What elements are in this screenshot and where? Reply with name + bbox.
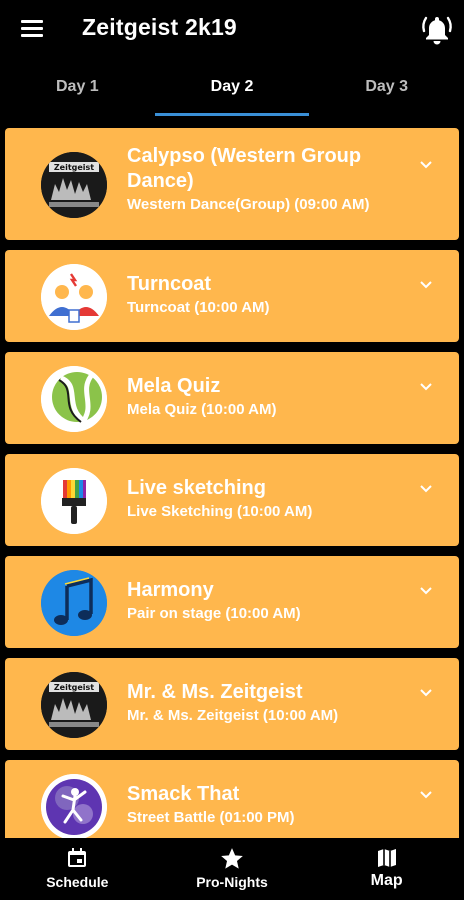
nav-schedule[interactable]: Schedule	[0, 838, 155, 900]
star-icon	[221, 848, 243, 869]
event-title: Turncoat	[127, 273, 212, 295]
event-subtitle: Mr. & Ms. Zeitgeist (10:00 AM)	[127, 707, 339, 724]
event-subtitle: Street Battle (01:00 PM)	[127, 809, 295, 826]
event-list[interactable]: Zeitgeist Calypso (Western Group Dance) …	[0, 124, 464, 838]
notification-bell-icon[interactable]	[420, 12, 454, 46]
event-title: Mela Quiz	[127, 375, 221, 397]
menu-icon[interactable]	[21, 20, 43, 38]
chevron-down-icon[interactable]	[419, 788, 433, 802]
tennis-ball-icon	[41, 366, 107, 432]
tab-day-2[interactable]: Day 2	[154, 58, 310, 116]
music-note-icon	[41, 570, 107, 636]
zeitgeist-logo-icon: Zeitgeist	[41, 152, 107, 218]
app-bar: Zeitgeist 2k19	[0, 0, 464, 58]
event-subtitle: Turncoat (10:00 AM)	[127, 299, 270, 316]
event-title: Calypso (Western Group Dance)	[127, 145, 362, 192]
tab-day-1[interactable]: Day 1	[0, 58, 155, 116]
event-card[interactable]: Turncoat Turncoat (10:00 AM)	[5, 250, 459, 342]
chevron-down-icon[interactable]	[419, 158, 433, 172]
event-title: Smack That	[127, 783, 240, 805]
event-subtitle: Pair on stage (10:00 AM)	[127, 605, 301, 622]
chevron-down-icon[interactable]	[419, 584, 433, 598]
event-card[interactable]: Zeitgeist Calypso (Western Group Dance) …	[5, 128, 459, 240]
nav-pro-nights[interactable]: Pro-Nights	[155, 838, 310, 900]
event-title: Harmony	[127, 579, 214, 601]
event-card[interactable]: Harmony Pair on stage (10:00 AM)	[5, 556, 459, 648]
event-card[interactable]: Mela Quiz Mela Quiz (10:00 AM)	[5, 352, 459, 444]
event-subtitle: Western Dance(Group) (09:00 AM)	[127, 196, 370, 213]
event-title: Mr. & Ms. Zeitgeist	[127, 681, 303, 703]
dancer-icon	[41, 774, 107, 838]
nav-map[interactable]: Map	[309, 838, 464, 900]
paintbrush-icon	[41, 468, 107, 534]
nav-label: Schedule	[46, 874, 109, 890]
event-card[interactable]: Live sketching Live Sketching (10:00 AM)	[5, 454, 459, 546]
bottom-navigation: Schedule Pro-Nights Map	[0, 838, 464, 900]
svg-text:Zeitgeist: Zeitgeist	[54, 683, 94, 692]
calendar-icon	[68, 848, 87, 867]
event-subtitle: Mela Quiz (10:00 AM)	[127, 401, 277, 418]
map-icon	[377, 849, 396, 867]
nav-label: Map	[370, 872, 403, 889]
event-card[interactable]: Smack That Street Battle (01:00 PM)	[5, 760, 459, 838]
zeitgeist-logo-icon: Zeitgeist	[41, 672, 107, 738]
chevron-down-icon[interactable]	[419, 482, 433, 496]
app-title: Zeitgeist 2k19	[82, 14, 237, 40]
chevron-down-icon[interactable]	[419, 278, 433, 292]
chevron-down-icon[interactable]	[419, 380, 433, 394]
debate-people-icon	[41, 264, 107, 330]
event-card[interactable]: Zeitgeist Mr. & Ms. Zeitgeist Mr. & Ms. …	[5, 658, 459, 750]
nav-label: Pro-Nights	[196, 874, 268, 890]
chevron-down-icon[interactable]	[419, 686, 433, 700]
event-subtitle: Live Sketching (10:00 AM)	[127, 503, 313, 520]
day-tabs: Day 1 Day 2 Day 3	[0, 58, 464, 116]
tab-day-3[interactable]: Day 3	[309, 58, 464, 116]
svg-text:Zeitgeist: Zeitgeist	[54, 163, 94, 172]
event-title: Live sketching	[127, 477, 266, 499]
